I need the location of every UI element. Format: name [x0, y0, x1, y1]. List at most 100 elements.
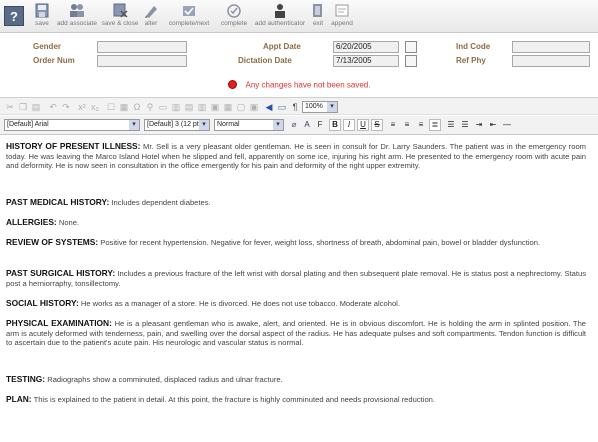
doc-paragraph: PAST SURGICAL HISTORY: Includes a previo…: [6, 268, 586, 288]
add-associate-button[interactable]: add associate: [55, 3, 99, 31]
section-heading: TESTING:: [6, 374, 46, 384]
alter-button[interactable]: alter: [141, 3, 161, 31]
doc-paragraph: PAST MEDICAL HISTORY: Includes dependent…: [6, 197, 586, 208]
complete-next-icon: [183, 6, 195, 16]
section-heading: REVIEW OF SYSTEMS:: [6, 237, 99, 247]
append-button[interactable]: append: [329, 3, 355, 31]
font-family-value: [Default] Arial: [7, 121, 49, 128]
form-icon[interactable]: ▭: [277, 102, 287, 112]
paste-icon[interactable]: ▤: [31, 102, 41, 112]
ind-code-label: Ind Code: [456, 42, 491, 51]
complete-label: complete: [220, 20, 248, 27]
field-icon[interactable]: ▭: [158, 102, 168, 112]
row-icon[interactable]: ▤: [184, 102, 194, 112]
border-icon[interactable]: ▣: [249, 102, 259, 112]
section-text: Radiographs show a comminuted, displaced…: [45, 375, 283, 384]
complete-next-label: complete/next: [168, 20, 210, 27]
section-heading: PAST MEDICAL HISTORY:: [6, 197, 110, 207]
special-char-icon[interactable]: Ω: [132, 102, 142, 112]
doc-paragraph: PHYSICAL EXAMINATION: He is a pleasant g…: [6, 318, 586, 348]
chevron-down-icon: ▾: [327, 102, 337, 112]
section-text: None.: [56, 218, 80, 227]
save-close-icon: [113, 3, 128, 18]
bold-button[interactable]: B: [329, 119, 341, 131]
strikethrough-button[interactable]: S: [371, 119, 383, 131]
section-text: He works as a manager of a store. He is …: [78, 299, 400, 308]
align-left-icon[interactable]: ≡: [387, 119, 399, 131]
header-form: Gender Order Num Appt Date 6/20/2005 Dic…: [0, 35, 598, 69]
font-size-select[interactable]: [Default] 3 (12 pt) ▾: [144, 119, 210, 131]
appt-date-picker[interactable]: [405, 41, 417, 53]
underline-button[interactable]: U: [357, 119, 369, 131]
justify-icon[interactable]: ≣: [429, 119, 441, 131]
style-select[interactable]: Normal ▾: [214, 119, 284, 131]
table-icon[interactable]: ▥: [171, 102, 181, 112]
flag-icon[interactable]: ◀: [264, 102, 274, 112]
highlight-color-icon[interactable]: ⌀: [288, 119, 300, 131]
link-icon[interactable]: ⚲: [145, 102, 155, 112]
column-icon[interactable]: ▥: [197, 102, 207, 112]
save-label: save: [35, 20, 49, 27]
dictation-date-field[interactable]: 7/13/2005: [333, 55, 399, 67]
cell-icon[interactable]: ▢: [236, 102, 246, 112]
paragraph-icon[interactable]: ¶: [290, 102, 300, 112]
exit-icon: [313, 4, 322, 17]
section-heading: HISTORY OF PRESENT ILLNESS:: [6, 141, 141, 151]
doc-paragraph: SOCIAL HISTORY: He works as a manager of…: [6, 298, 586, 309]
help-button[interactable]: ?: [4, 6, 24, 26]
numbered-list-icon[interactable]: ☰: [445, 119, 457, 131]
undo-icon[interactable]: ↶: [48, 102, 58, 112]
unsaved-notice-text: Any changes have not been saved.: [245, 80, 371, 90]
align-center-icon[interactable]: ≡: [401, 119, 413, 131]
text-color-icon[interactable]: A: [301, 119, 313, 131]
exit-button[interactable]: exit: [309, 3, 327, 31]
add-authenticator-label: add authenticator: [254, 20, 306, 27]
alter-icon: [145, 6, 157, 18]
add-authenticator-button[interactable]: add authenticator: [253, 3, 307, 31]
doc-paragraph: ALLERGIES: None.: [6, 217, 586, 228]
ref-phy-field[interactable]: [512, 55, 590, 67]
dictation-date-picker[interactable]: [405, 55, 417, 67]
section-text: Positive for recent hypertension. Negati…: [98, 238, 541, 247]
section-heading: PHYSICAL EXAMINATION:: [6, 318, 112, 328]
save-button[interactable]: save: [31, 3, 53, 31]
doc-paragraph: HISTORY OF PRESENT ILLNESS: Mr. Sell is …: [6, 141, 586, 171]
insert-image-icon[interactable]: ▦: [119, 102, 129, 112]
horizontal-rule-icon[interactable]: —: [501, 119, 513, 131]
unsaved-status-icon: [227, 80, 237, 90]
indent-icon[interactable]: ⇥: [473, 119, 485, 131]
complete-next-button[interactable]: complete/next: [163, 3, 215, 31]
append-icon: [335, 4, 349, 17]
ind-code-field[interactable]: [512, 41, 590, 53]
split-icon[interactable]: ▦: [223, 102, 233, 112]
bullet-list-icon[interactable]: ☰: [459, 119, 471, 131]
cut-icon[interactable]: ✂: [5, 102, 15, 112]
save-close-button[interactable]: save & close: [101, 3, 139, 31]
document-editor[interactable]: HISTORY OF PRESENT ILLNESS: Mr. Sell is …: [2, 136, 592, 442]
chevron-down-icon: ▾: [129, 120, 139, 130]
gender-field[interactable]: [97, 41, 187, 53]
zoom-value: 100%: [305, 103, 323, 110]
order-num-label: Order Num: [33, 56, 75, 65]
italic-button[interactable]: I: [343, 119, 355, 131]
order-num-field[interactable]: [97, 55, 187, 67]
align-right-icon[interactable]: ≡: [415, 119, 427, 131]
zoom-select[interactable]: 100% ▾: [302, 101, 338, 113]
font-family-select[interactable]: [Default] Arial ▾: [4, 119, 140, 131]
complete-button[interactable]: complete: [217, 3, 251, 31]
unsaved-notice: Any changes have not been saved.: [0, 80, 598, 90]
doc-paragraph: PLAN: This is explained to the patient i…: [6, 394, 586, 405]
outdent-icon[interactable]: ⇤: [487, 119, 499, 131]
chevron-down-icon: ▾: [199, 120, 209, 130]
subscript-icon[interactable]: x₂: [90, 102, 100, 112]
superscript-icon[interactable]: x²: [77, 102, 87, 112]
merge-icon[interactable]: ▣: [210, 102, 220, 112]
redo-icon[interactable]: ↷: [61, 102, 71, 112]
insert-box-icon[interactable]: ☐: [106, 102, 116, 112]
doc-paragraph: TESTING: Radiographs show a comminuted, …: [6, 374, 586, 385]
chevron-down-icon: ▾: [273, 120, 283, 130]
copy-icon[interactable]: ❐: [18, 102, 28, 112]
add-associate-icon: [70, 4, 84, 17]
appt-date-field[interactable]: 6/20/2005: [333, 41, 399, 53]
font-icon[interactable]: F: [314, 119, 326, 131]
